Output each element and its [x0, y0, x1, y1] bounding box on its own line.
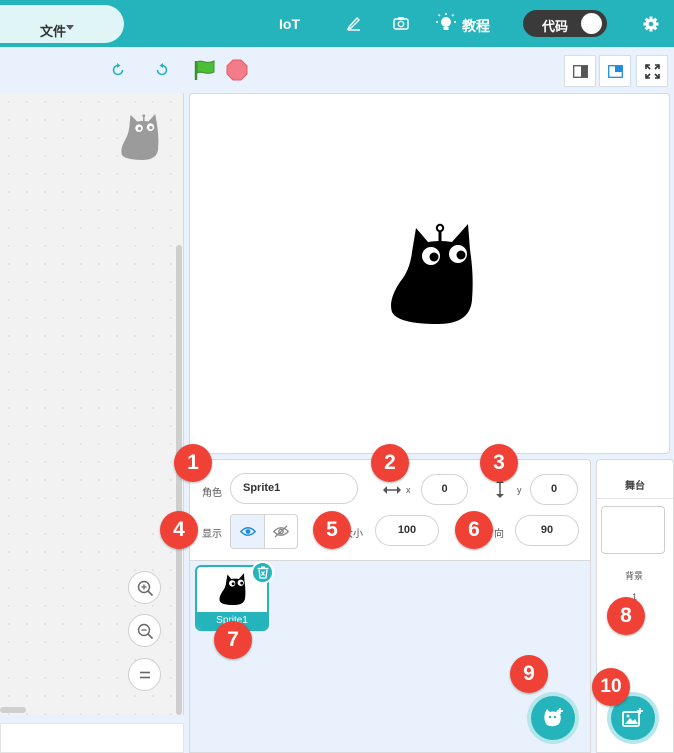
lightbulb-icon[interactable] — [436, 13, 456, 33]
toggle-knob — [581, 13, 602, 34]
stage-canvas[interactable] — [189, 93, 670, 454]
caret-down-icon — [66, 25, 74, 31]
small-stage-icon — [573, 65, 588, 78]
y-position-input[interactable]: 0 — [530, 474, 578, 505]
x-label: x — [406, 485, 411, 495]
add-sprite-button[interactable] — [531, 696, 575, 740]
sprite-name-input[interactable]: Sprite1 — [230, 473, 358, 504]
show-sprite-button[interactable] — [231, 515, 265, 548]
callout-marker: 2 — [371, 444, 409, 482]
sprite-label: 角色 — [202, 488, 222, 499]
callout-marker: 5 — [313, 511, 351, 549]
direction-input[interactable]: 90 — [515, 515, 579, 546]
y-label: y — [517, 485, 522, 495]
add-sprite-icon — [542, 707, 564, 729]
large-stage-button[interactable] — [599, 55, 631, 87]
code-toggle-label: 代码 — [542, 19, 569, 34]
eye-off-icon — [273, 525, 289, 538]
fullscreen-button[interactable] — [636, 55, 668, 87]
stop-icon[interactable] — [226, 59, 248, 81]
fullscreen-icon — [645, 64, 660, 79]
eye-icon — [240, 526, 256, 537]
redo-icon[interactable] — [154, 62, 170, 78]
hide-sprite-button[interactable] — [265, 515, 298, 548]
top-menu-bar: 文件 IoT 教程 代码 — [0, 0, 674, 47]
sprite-cat-image[interactable] — [390, 220, 474, 324]
backdrop-label: 背景 — [625, 571, 644, 581]
iot-menu[interactable]: IoT — [279, 16, 300, 32]
x-position-input[interactable]: 0 — [421, 474, 468, 505]
small-stage-button[interactable] — [564, 55, 596, 87]
zoom-out-button[interactable] — [128, 614, 161, 647]
visibility-toggle-group — [230, 514, 298, 549]
delete-sprite-button[interactable] — [251, 561, 274, 584]
sprite-watermark-icon — [120, 111, 160, 160]
trash-icon — [257, 566, 269, 579]
callout-marker: 10 — [592, 668, 630, 706]
zoom-in-button[interactable] — [128, 571, 161, 604]
callout-marker: 8 — [607, 597, 645, 635]
file-menu-button[interactable]: 文件 — [0, 5, 124, 43]
zoom-in-icon — [137, 580, 154, 597]
equals-icon — [139, 671, 151, 679]
sprite-thumb-image — [219, 572, 246, 605]
zoom-reset-button[interactable] — [128, 658, 161, 691]
horizontal-scrollbar[interactable] — [0, 707, 26, 713]
stage-thumbnail[interactable] — [601, 506, 665, 554]
size-input[interactable]: 100 — [375, 515, 439, 546]
code-toggle[interactable]: 代码 — [523, 10, 607, 37]
undo-icon[interactable] — [110, 62, 126, 78]
tutorial-menu[interactable]: 教程 — [462, 16, 490, 36]
callout-marker: 7 — [214, 621, 252, 659]
gear-icon[interactable] — [643, 16, 659, 32]
zoom-out-icon — [137, 623, 154, 640]
camera-icon[interactable] — [393, 16, 409, 30]
green-flag-icon[interactable] — [193, 59, 217, 81]
stage-panel-title: 舞台 — [625, 481, 645, 492]
callout-marker: 1 — [174, 444, 212, 482]
callout-marker: 6 — [455, 511, 493, 549]
vertical-scrollbar[interactable] — [176, 245, 182, 715]
pen-icon[interactable] — [346, 15, 362, 31]
callout-marker: 3 — [480, 444, 518, 482]
backpack-panel[interactable] — [0, 723, 184, 753]
add-backdrop-icon — [622, 707, 644, 729]
divider — [597, 498, 673, 499]
show-label: 显示 — [202, 529, 222, 540]
callout-marker: 4 — [160, 511, 198, 549]
horizontal-arrows-icon — [383, 485, 401, 495]
callout-marker: 9 — [510, 655, 548, 693]
large-stage-icon — [608, 65, 623, 78]
file-menu-label: 文件 — [40, 24, 67, 39]
